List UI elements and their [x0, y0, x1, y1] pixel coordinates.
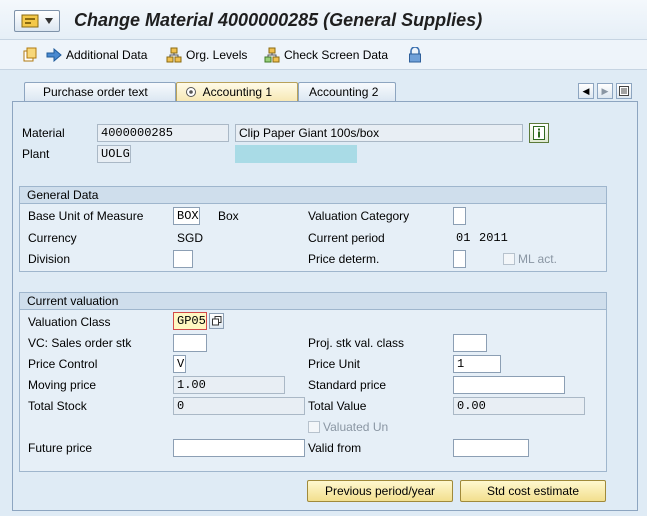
arrow-right-icon [46, 48, 62, 62]
price-unit-field[interactable]: 1 [453, 355, 501, 373]
tab-list-button[interactable] [616, 83, 632, 99]
base-uom-field[interactable]: BOX [173, 207, 200, 225]
title-bar: Change Material 4000000285 (General Supp… [0, 0, 647, 40]
triangle-right-icon: ▶ [601, 85, 609, 96]
vc-sales-order-stk-field[interactable] [173, 334, 207, 352]
valuated-un-checkbox[interactable] [308, 421, 320, 433]
valuated-un-label: Valuated Un [323, 420, 389, 434]
lock-button[interactable] [408, 46, 422, 64]
lock-icon [409, 47, 421, 63]
price-control-field[interactable]: V [173, 355, 186, 373]
valid-from-label: Valid from [308, 441, 362, 455]
tab-purchase-order-text[interactable]: Purchase order text [24, 82, 176, 101]
ml-act-label: ML act. [518, 252, 557, 266]
switch-object-icon [23, 47, 37, 62]
total-value-label: Total Value [308, 399, 367, 413]
tab-content-area: Material 4000000285 Clip Paper Giant 100… [12, 101, 638, 511]
tab-list-icon [619, 86, 629, 96]
material-label: Material [22, 126, 65, 140]
tab-status-icon [186, 87, 196, 97]
division-field[interactable] [173, 250, 193, 268]
other-material-button[interactable] [22, 46, 38, 64]
total-stock-field[interactable]: 0 [173, 397, 305, 415]
proj-stk-val-class-field[interactable] [453, 334, 487, 352]
additional-data-button[interactable]: Additional Data [46, 46, 147, 64]
material-description-field[interactable]: Clip Paper Giant 100s/box [235, 124, 523, 142]
valuation-category-field[interactable] [453, 207, 466, 225]
moving-price-label: Moving price [28, 378, 97, 392]
current-period-month: 01 [456, 231, 471, 245]
menu-icon [21, 14, 39, 28]
application-toolbar: Additional Data Org. Levels Check Screen… [0, 40, 647, 70]
org-levels-button[interactable]: Org. Levels [166, 46, 247, 64]
tab-label: Accounting 2 [309, 85, 379, 99]
moving-price-field[interactable]: 1.00 [173, 376, 285, 394]
future-price-field[interactable] [173, 439, 305, 457]
org-levels-label: Org. Levels [186, 48, 248, 62]
valuation-class-search-help-button[interactable] [209, 313, 224, 329]
current-period-year: 2011 [479, 231, 508, 245]
price-control-label: Price Control [28, 357, 98, 371]
standard-price-label: Standard price [308, 378, 387, 392]
triangle-left-icon: ◀ [582, 85, 590, 96]
check-screen-data-label: Check Screen Data [284, 48, 389, 62]
info-icon [533, 126, 545, 140]
page-title: Change Material 4000000285 (General Supp… [74, 10, 483, 30]
price-unit-label: Price Unit [308, 357, 361, 371]
ml-act-checkbox[interactable] [503, 253, 515, 265]
plant-description-field [235, 145, 357, 163]
valuation-category-label: Valuation Category [308, 209, 410, 223]
system-menu-button[interactable] [14, 10, 60, 32]
currency-value: SGD [177, 231, 204, 245]
tab-label: Accounting 1 [202, 85, 273, 99]
general-data-title: General Data [20, 187, 606, 204]
plant-field[interactable]: UOLG [97, 145, 131, 163]
tab-label: Purchase order text [43, 85, 148, 99]
search-help-icon [211, 316, 221, 326]
currency-label: Currency [28, 231, 77, 245]
current-period-label: Current period [308, 231, 385, 245]
check-screen-data-button[interactable]: Check Screen Data [264, 46, 388, 64]
plant-label: Plant [22, 147, 50, 161]
org-hierarchy-icon [166, 47, 182, 63]
valid-from-field[interactable] [453, 439, 529, 457]
info-button[interactable] [529, 123, 549, 143]
tab-accounting-2[interactable]: Accounting 2 [298, 82, 396, 101]
previous-period-year-button[interactable]: Previous period/year [307, 480, 453, 502]
tab-scroll-right-button[interactable]: ▶ [597, 83, 613, 99]
total-stock-label: Total Stock [28, 399, 87, 413]
price-determ-field[interactable] [453, 250, 466, 268]
division-label: Division [28, 252, 71, 266]
price-determ-label: Price determ. [308, 252, 380, 266]
base-uom-label: Base Unit of Measure [28, 209, 144, 223]
additional-data-label: Additional Data [66, 48, 148, 62]
tab-accounting-1[interactable]: Accounting 1 [176, 82, 298, 101]
check-hierarchy-icon [264, 47, 280, 63]
std-cost-estimate-button[interactable]: Std cost estimate [460, 480, 606, 502]
total-value-field[interactable]: 0.00 [453, 397, 585, 415]
valuation-class-field[interactable]: GP05 [173, 312, 207, 330]
valuation-class-label: Valuation Class [28, 315, 111, 329]
proj-stk-val-class-label: Proj. stk val. class [308, 336, 405, 350]
base-uom-text: Box [218, 209, 239, 223]
dropdown-arrow-icon [45, 18, 53, 24]
material-field[interactable]: 4000000285 [97, 124, 229, 142]
current-valuation-title: Current valuation [20, 293, 606, 310]
future-price-label: Future price [28, 441, 93, 455]
vc-sales-order-stk-label: VC: Sales order stk [28, 336, 132, 350]
tab-scroll-left-button[interactable]: ◀ [578, 83, 594, 99]
standard-price-field[interactable] [453, 376, 565, 394]
